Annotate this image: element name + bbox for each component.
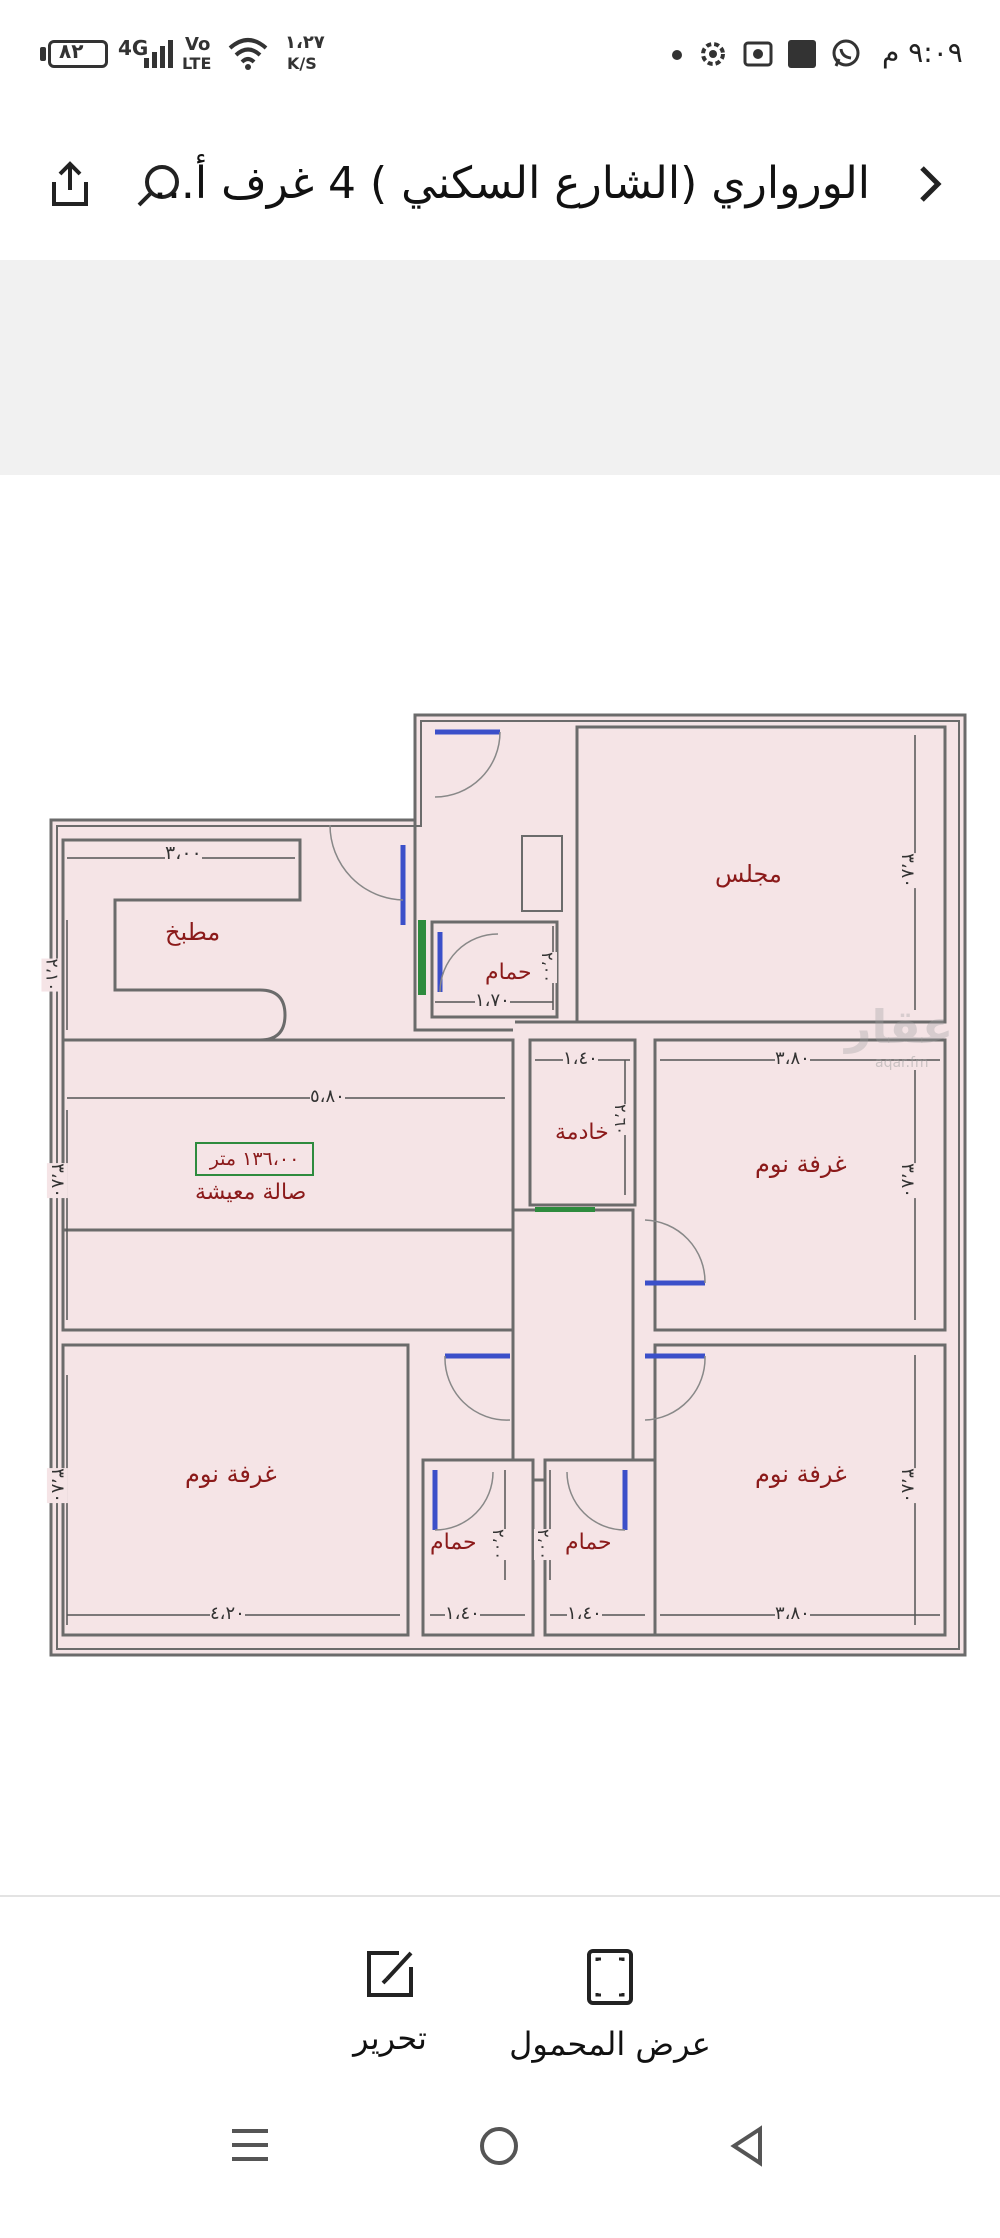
- label-maid: خادمة: [555, 1120, 609, 1145]
- corridor: [511, 1208, 635, 1482]
- fullscreen-icon: [587, 1949, 633, 2005]
- dim-bath-bl-w: ١،٤٠: [445, 1603, 480, 1624]
- dim-maid-h: ٢،٦٠: [610, 1104, 630, 1135]
- watermark: عقار: [845, 1000, 954, 1054]
- dim-bed-rb-w: ٣،٨٠: [775, 1603, 810, 1624]
- bottom-action-bar: تحرير عرض المحمول: [0, 1895, 1000, 2087]
- dim-bed-rb-h: ٣،٨٠: [896, 1468, 918, 1503]
- menu-icon[interactable]: [228, 2125, 272, 2165]
- back-triangle-icon[interactable]: [728, 2125, 768, 2167]
- edit-label: تحرير: [353, 2019, 427, 2057]
- dim-majlis-h: ٣،٨٠: [896, 853, 918, 888]
- share-icon[interactable]: [48, 160, 92, 208]
- page-title: الورواري (الشارع السكني ) 4 غرف أ...: [152, 158, 870, 209]
- dim-living-w: ٥،٨٠: [310, 1086, 345, 1107]
- notification-dot-icon: [672, 50, 682, 60]
- dim-living-h: ٣،٨٠: [46, 1163, 68, 1198]
- settings-icon: [701, 42, 725, 66]
- dim-kitchen-w: ٣،٠٠: [165, 842, 202, 864]
- label-bath-bottom-right: حمام: [565, 1530, 612, 1555]
- home-circle-icon[interactable]: [478, 2125, 520, 2167]
- edit-icon: [367, 1951, 413, 1997]
- label-bath-top: حمام: [485, 960, 532, 985]
- dim-bed-left-h: ٣،٨٠: [46, 1468, 68, 1503]
- dim-bath-br-h: ٢،٠٠: [533, 1529, 553, 1560]
- label-majlis: مجلس: [715, 860, 782, 888]
- floor-plan: مجلس مطبخ حمام خادمة غرفة نوم ١٣٦،٠٠ متر…: [41, 690, 975, 1670]
- app-bar: الورواري (الشارع السكني ) 4 غرف أ...: [0, 110, 1000, 260]
- wifi-icon: [228, 38, 268, 70]
- dim-maid-w: ١،٤٠: [563, 1048, 598, 1069]
- area-badge: ١٣٦،٠٠ متر: [195, 1142, 314, 1176]
- battery-icon: ٨٢: [48, 39, 108, 68]
- dim-kitchen-h: ٢،١٠: [41, 958, 62, 992]
- label-bedroom-right-top: غرفة نوم: [755, 1150, 847, 1178]
- status-bar: ٨٢ 4G Vo LTE ١،٢٧ K/S ٩:٠٩ م: [0, 0, 1000, 110]
- watermark-sub: aqar.fm: [875, 1055, 929, 1071]
- net-speed-value: ١،٢٧: [285, 32, 325, 53]
- back-chevron-icon[interactable]: [912, 162, 948, 206]
- image-header-band: [0, 260, 1000, 475]
- dim-bath-top-w: ١،٧٠: [475, 990, 510, 1011]
- volte-bottom: LTE: [182, 54, 212, 73]
- floor-plan-drawing: [49, 713, 967, 1657]
- mobile-view-label: عرض المحمول: [509, 2025, 711, 2063]
- net-speed-unit: K/S: [287, 54, 317, 73]
- label-kitchen: مطبخ: [165, 918, 221, 946]
- dim-bed-rt-h: ٣،٨٠: [896, 1163, 918, 1198]
- label-bedroom-left: غرفة نوم: [185, 1460, 277, 1488]
- room-bedroom-left: [61, 1343, 410, 1637]
- label-bath-bottom-left: حمام: [430, 1530, 477, 1555]
- screenshot-icon: [743, 41, 773, 67]
- dim-bath-top-h: ٢،٠٠: [537, 952, 557, 983]
- whatsapp-icon: [832, 39, 860, 67]
- volte-top: Vo: [185, 34, 211, 55]
- media-icon: [788, 40, 816, 68]
- mobile-view-button[interactable]: عرض المحمول: [505, 1947, 715, 2063]
- system-nav-bar: [0, 2085, 1000, 2238]
- dim-bath-bl-h: ٢،٠٠: [488, 1529, 508, 1560]
- label-living: صالة معيشة: [195, 1180, 307, 1205]
- signal-icon: [144, 40, 173, 68]
- label-bedroom-right-bottom: غرفة نوم: [755, 1460, 847, 1488]
- area-value: ١٣٦،٠٠ متر: [209, 1148, 300, 1170]
- dim-bath-br-w: ١،٤٠: [567, 1603, 602, 1624]
- status-time: ٩:٠٩ م: [882, 36, 963, 69]
- edit-button[interactable]: تحرير: [340, 1947, 440, 2057]
- battery-level: ٨٢: [59, 39, 84, 63]
- dim-bed-left-w: ٤،٢٠: [210, 1603, 245, 1624]
- dim-bed-rt-w: ٣،٨٠: [775, 1048, 810, 1069]
